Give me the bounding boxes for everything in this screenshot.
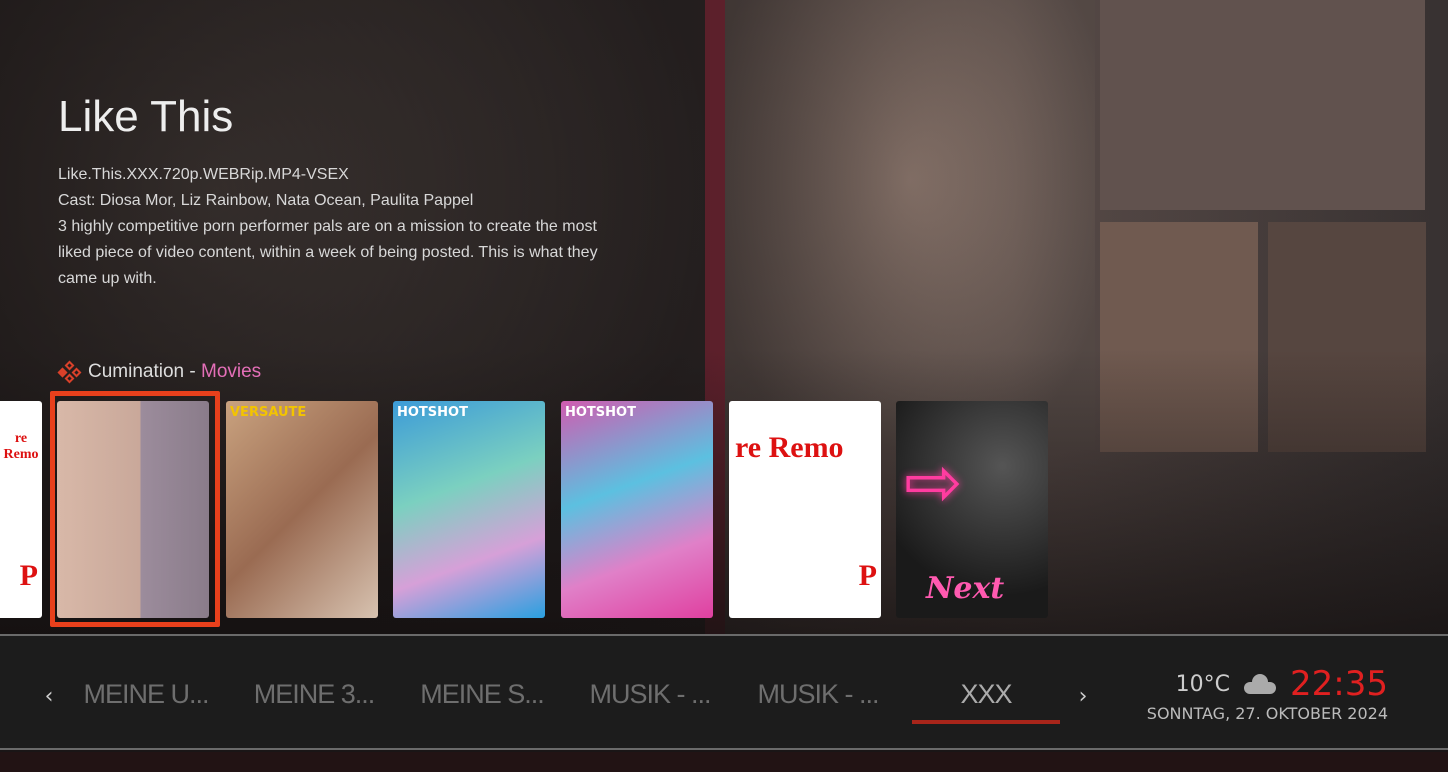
cloud-icon [1244, 674, 1277, 694]
arrow-right-icon: ⇨ [904, 441, 963, 523]
poster-label: re Remo [3, 431, 39, 462]
addon-name: Cumination [88, 361, 185, 382]
separator: - [184, 361, 201, 382]
media-info: Like.This.XXX.720p.WEBRip.MP4-VSEX Cast:… [58, 162, 618, 292]
menu-item[interactable]: MEINE 3... [230, 676, 398, 716]
chevron-right-icon[interactable]: › [1070, 684, 1096, 709]
main-menu-bar: ‹ MEINE U... MEINE 3... MEINE S... MUSIK… [0, 634, 1448, 750]
clock-widget: 10°C 22:35 SONNTAG, 27. OKTOBER 2024 [1147, 664, 1388, 723]
focus-frame [50, 391, 220, 627]
media-filename: Like.This.XXX.720p.WEBRip.MP4-VSEX [58, 166, 349, 183]
media-title: Like This [58, 92, 234, 141]
chevron-left-icon[interactable]: ‹ [36, 684, 62, 709]
poster-label: re Remo [735, 431, 844, 464]
time: 22:35 [1290, 664, 1388, 704]
menu-item-active[interactable]: XXX [902, 676, 1070, 724]
poster-label: VERSAUTE [230, 405, 307, 420]
media-cast: Cast: Diosa Mor, Liz Rainbow, Nata Ocean… [58, 192, 474, 209]
poster-item[interactable]: re Remo P [729, 401, 881, 618]
category-heading: Cumination - Movies [57, 360, 262, 384]
section-name: Movies [201, 361, 262, 382]
poster-label: Next [926, 571, 1005, 606]
menu-item[interactable]: MEINE U... [62, 676, 230, 716]
poster-item[interactable]: HOTSHOT [393, 401, 545, 618]
menu-item[interactable]: MUSIK - ... [566, 676, 734, 716]
date: SONNTAG, 27. OKTOBER 2024 [1146, 704, 1388, 723]
menu-item[interactable]: MUSIK - ... [734, 676, 902, 716]
next-page-poster[interactable]: ⇨ Next [896, 401, 1048, 618]
poster-item[interactable]: re Remo P [0, 401, 42, 618]
poster-label: HOTSHOT [397, 405, 468, 420]
footer-strip [0, 752, 1448, 772]
menu-item[interactable]: MEINE S... [398, 676, 566, 716]
kodi-icon [57, 360, 82, 384]
temperature: 10°C [1175, 671, 1231, 697]
poster-item[interactable]: VERSAUTE [226, 401, 378, 618]
media-plot: 3 highly competitive porn performer pals… [58, 218, 598, 287]
poster-item[interactable]: HOTSHOT [561, 401, 713, 618]
poster-label: HOTSHOT [565, 405, 636, 420]
